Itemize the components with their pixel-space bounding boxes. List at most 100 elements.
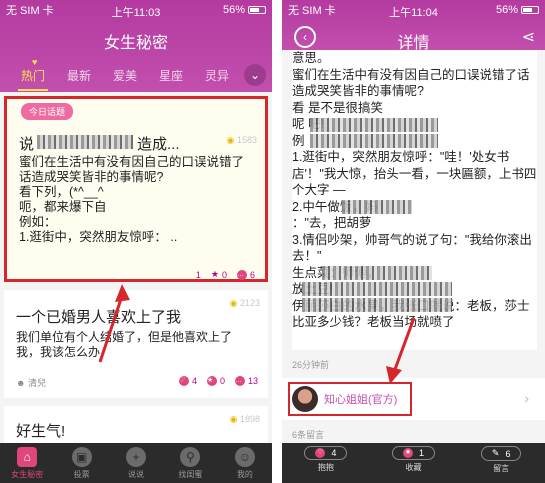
page-title: 女生秘密: [103, 35, 168, 52]
battery-percent: 56%: [495, 4, 518, 16]
blurred-text: [37, 135, 133, 149]
user-icon: ☻: [16, 378, 26, 388]
nav-label: 我的: [236, 470, 253, 479]
divider: [272, 0, 282, 483]
comment-button[interactable]: ✎ 6 留言: [457, 443, 545, 483]
bottom-nav: ⌂ 女生秘密 ▣ 投票 + 说说 ⚲ 找闺蜜 ☺ 我的: [0, 443, 272, 483]
post-card[interactable]: 今日话题 ◉ 1583 说 造成... 蜜们在生活中有没有因自己的口误说错了话造…: [4, 96, 268, 282]
author-name: 清兒: [28, 378, 47, 388]
chevron-down-icon[interactable]: ⌄: [244, 64, 266, 86]
post-excerpt: 蜜们在生活中有没有因自己的口误说错了话造成哭笑皆非的事情呢? 看下列，(*^__…: [19, 155, 245, 244]
eye-icon: ◉: [226, 135, 235, 145]
post-time: 26分钟前: [292, 360, 330, 370]
post-stats: ♡ 4 ★ 0 … 13: [178, 376, 258, 386]
view-count-value: 1583: [236, 135, 257, 145]
eye-icon: ◉: [229, 414, 238, 424]
post-author[interactable]: ☻ 清兒: [16, 376, 46, 389]
detail-header: 无 SIM 卡 上午11:04 56% ‹ 详情 ⋖: [282, 0, 545, 52]
view-count: ◉ 2123: [230, 298, 260, 309]
favorite-count: 1: [419, 448, 425, 458]
blurred-text: [302, 282, 452, 296]
hug-count: 4: [331, 448, 337, 458]
tab-horoscope[interactable]: 星座: [148, 62, 194, 90]
share-icon[interactable]: ⋖: [522, 27, 535, 47]
likes-stat[interactable]: ♡ 4: [178, 376, 197, 386]
blurred-text: [310, 118, 438, 132]
category-tabs: 热门 最新 爱美 星座 灵异: [0, 62, 272, 91]
favorite-label: 收藏: [405, 463, 422, 472]
pen-icon: ✎: [491, 448, 500, 458]
stars-count: 0: [221, 269, 227, 280]
nav-find-friends[interactable]: ⚲ 找闺蜜: [163, 443, 217, 483]
status-bar: 无 SIM 卡 上午11:03 56%: [0, 0, 272, 20]
post-title: 好生气!: [16, 423, 66, 440]
plus-icon: +: [126, 447, 147, 467]
post-card[interactable]: ◉ 1898 好生气!: [4, 406, 268, 444]
comments-stat[interactable]: … 13: [234, 376, 258, 386]
view-count-value: 2123: [239, 298, 260, 308]
battery-icon: [521, 6, 539, 14]
nav-secrets[interactable]: ⌂ 女生秘密: [0, 443, 54, 483]
post-excerpt: 我们单位有个人结婚了，但是他喜欢上了我，我该怎么办: [16, 330, 233, 359]
view-count: ◉ 1898: [230, 414, 260, 425]
post-card[interactable]: ◉ 2123 一个已婚男人喜欢上了我 我们单位有个人结婚了，但是他喜欢上了我，我…: [4, 290, 268, 398]
hug-button[interactable]: ♡ 4 抱抱: [282, 443, 370, 483]
tab-hot[interactable]: 热门: [10, 62, 56, 91]
post-title: 说: [19, 136, 35, 153]
nav-label: 女生秘密: [11, 470, 44, 479]
nav-label: 找闺蜜: [178, 470, 203, 479]
comment-icon: …: [234, 376, 245, 386]
view-count-value: 1898: [239, 414, 260, 424]
view-count: ◉ 1583: [227, 135, 257, 146]
comment-count-value: 6: [505, 448, 511, 459]
author-row[interactable]: 知心姐姐(官方) ›: [282, 378, 545, 420]
home-icon: ⌂: [17, 447, 38, 467]
vote-icon: ▣: [71, 447, 92, 467]
favorite-button[interactable]: ★ 1 收藏: [370, 443, 458, 483]
avatar[interactable]: [292, 386, 318, 412]
star-icon: ★: [206, 376, 217, 386]
stars-count: 0: [219, 376, 225, 386]
comment-label: 留言: [493, 464, 510, 473]
nav-vote[interactable]: ▣ 投票: [54, 443, 108, 483]
action-bar: ♡ 4 抱抱 ★ 1 收藏 ✎ 6 留言: [282, 443, 545, 483]
blurred-text: [302, 298, 452, 312]
blurred-text: [342, 200, 412, 214]
comment-count: 6条留言: [292, 430, 325, 440]
chevron-right-icon: ›: [524, 390, 529, 406]
comments-stat[interactable]: … 6: [236, 269, 255, 280]
comments-count: 13: [247, 376, 258, 386]
stars-stat[interactable]: ★ 0: [211, 269, 227, 280]
star-icon: ★: [210, 269, 219, 279]
hug-label: 抱抱: [317, 463, 334, 472]
star-icon: ★: [403, 448, 413, 458]
nav-label: 说说: [128, 470, 145, 479]
nav-label: 投票: [73, 470, 90, 479]
likes-count: 4: [191, 376, 197, 386]
nav-post[interactable]: + 说说: [109, 443, 163, 483]
battery-percent: 56%: [222, 4, 245, 16]
stars-stat[interactable]: ★ 0: [206, 376, 225, 386]
post-title-tail: 造成...: [137, 136, 180, 153]
post-stats: 1 ★ 0 … 6: [196, 269, 255, 280]
battery-icon: [248, 6, 266, 14]
nav-me[interactable]: ☺ 我的: [218, 443, 272, 483]
topic-badge: 今日话题: [21, 103, 74, 120]
likes-stat[interactable]: 1: [196, 270, 201, 280]
tab-latest[interactable]: 最新: [56, 62, 102, 90]
profile-icon: ☺: [234, 447, 255, 467]
hug-icon: ♡: [315, 448, 326, 458]
detail-screen: 无 SIM 卡 上午11:04 56% ‹ 详情 ⋖ 意思。 蜜们在生活中有没有…: [282, 0, 545, 483]
post-title: 一个已婚男人喜欢上了我: [16, 309, 182, 326]
search-icon: ⚲: [180, 447, 201, 467]
eye-icon: ◉: [229, 298, 238, 308]
home-screen: 无 SIM 卡 上午11:03 56% 女生秘密 ♥ 热门 最新 爱美 星座 灵…: [0, 0, 272, 483]
comments-count: 6: [249, 269, 255, 280]
home-header: 无 SIM 卡 上午11:03 56% 女生秘密 ♥ 热门 最新 爱美 星座 灵…: [0, 0, 272, 92]
blurred-text: [310, 134, 438, 148]
hug-icon: ♡: [178, 376, 189, 386]
author-name[interactable]: 知心姐姐(官方): [324, 391, 397, 407]
likes-count: 1: [195, 269, 201, 280]
tab-beauty[interactable]: 爱美: [102, 62, 148, 90]
tab-supernatural[interactable]: 灵异: [194, 62, 240, 90]
